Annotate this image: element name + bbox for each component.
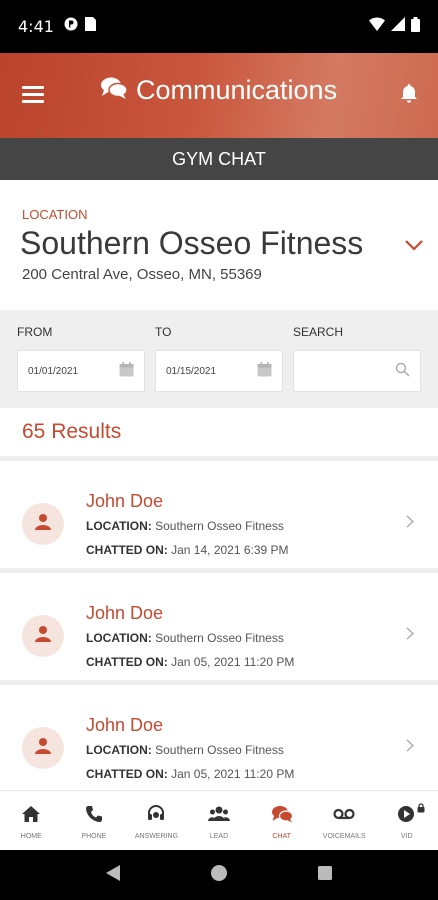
video-icon bbox=[397, 805, 417, 828]
search-icon[interactable] bbox=[395, 362, 410, 380]
filter-bar: FROM TO SEARCH 01/01/2021 01/15/2021 bbox=[0, 310, 438, 408]
tab-label: LEAD bbox=[209, 833, 229, 840]
tab-label: PHONE bbox=[81, 833, 107, 840]
page-title: Communications bbox=[136, 75, 338, 105]
wifi-icon bbox=[369, 17, 385, 36]
person-icon bbox=[34, 625, 52, 648]
chevron-right-icon bbox=[406, 627, 415, 645]
tab-label: CHAT bbox=[272, 833, 291, 840]
chat-location-value: Southern Osseo Fitness bbox=[155, 743, 284, 757]
person-icon bbox=[34, 737, 52, 760]
recents-icon[interactable] bbox=[317, 865, 333, 886]
location-address: 200 Central Ave, Osseo, MN, 55369 bbox=[22, 266, 262, 283]
tab-answering[interactable]: ANSWERING bbox=[125, 791, 188, 850]
menu-icon-bar bbox=[22, 93, 44, 96]
chat-contact-name: John Doe bbox=[86, 491, 164, 511]
section-header: GYM CHAT bbox=[0, 138, 438, 180]
location-label: LOCATION bbox=[22, 207, 88, 222]
to-label: TO bbox=[155, 325, 172, 339]
tab-voicemails[interactable]: VOICEMAILS bbox=[313, 791, 376, 850]
phone-icon bbox=[85, 805, 103, 828]
menu-button[interactable] bbox=[22, 86, 44, 104]
sim-icon bbox=[84, 17, 96, 36]
headset-icon bbox=[146, 805, 166, 828]
calendar-icon[interactable] bbox=[257, 362, 272, 380]
chat-date-value: Jan 14, 2021 6:39 PM bbox=[171, 543, 289, 557]
chat-contact-name: John Doe bbox=[86, 603, 164, 623]
tab-chat[interactable]: CHAT bbox=[250, 791, 313, 850]
bell-icon[interactable] bbox=[400, 83, 418, 108]
calendar-icon[interactable] bbox=[119, 362, 134, 380]
signal-icon bbox=[391, 17, 405, 36]
avatar bbox=[22, 727, 64, 769]
chat-location-line: LOCATION: Southern Osseo Fitness bbox=[86, 631, 284, 645]
chat-date-value: Jan 05, 2021 11:20 PM bbox=[171, 767, 295, 781]
chat-location-line: LOCATION: Southern Osseo Fitness bbox=[86, 743, 284, 757]
system-nav-bar bbox=[0, 850, 438, 900]
chat-list-item[interactable]: John Doe LOCATION: Southern Osseo Fitnes… bbox=[0, 680, 438, 788]
tab-phone[interactable]: PHONE bbox=[63, 791, 126, 850]
chat-date-label: CHATTED ON: bbox=[86, 655, 168, 669]
from-label: FROM bbox=[17, 325, 53, 339]
status-bar: 4:41 bbox=[0, 0, 438, 53]
tab-home[interactable]: HOME bbox=[0, 791, 63, 850]
search-field[interactable] bbox=[293, 350, 421, 392]
search-label: SEARCH bbox=[293, 325, 344, 339]
chat-location-value: Southern Osseo Fitness bbox=[155, 519, 284, 533]
location-selector[interactable]: LOCATION Southern Osseo Fitness 200 Cent… bbox=[0, 180, 438, 310]
chat-bubbles-icon bbox=[100, 76, 128, 105]
tab-lead[interactable]: LEAD bbox=[188, 791, 251, 850]
chat-list-item[interactable]: John Doe LOCATION: Southern Osseo Fitnes… bbox=[0, 568, 438, 676]
status-time: 4:41 bbox=[18, 17, 54, 36]
home-circle-icon[interactable] bbox=[210, 864, 228, 887]
battery-icon bbox=[411, 16, 420, 37]
chat-location-label: LOCATION: bbox=[86, 519, 152, 533]
person-icon bbox=[34, 513, 52, 536]
chat-location-label: LOCATION: bbox=[86, 631, 152, 645]
tab-label: VOICEMAILS bbox=[322, 833, 366, 840]
chat-location-label: LOCATION: bbox=[86, 743, 152, 757]
tab-vid[interactable]: VID bbox=[375, 791, 438, 850]
menu-icon-bar bbox=[22, 100, 44, 103]
tab-label: HOME bbox=[20, 833, 42, 840]
tab-label: ANSWERING bbox=[134, 833, 179, 840]
chat-date-line: CHATTED ON: Jan 14, 2021 6:39 PM bbox=[86, 543, 289, 557]
chat-contact-name: John Doe bbox=[86, 715, 164, 735]
chat-location-value: Southern Osseo Fitness bbox=[155, 631, 284, 645]
notification-icon bbox=[64, 17, 78, 36]
home-icon bbox=[21, 805, 41, 828]
back-icon[interactable] bbox=[105, 864, 121, 887]
chat-date-label: CHATTED ON: bbox=[86, 767, 168, 781]
chat-date-label: CHATTED ON: bbox=[86, 543, 168, 557]
avatar bbox=[22, 615, 64, 657]
location-name: Southern Osseo Fitness bbox=[20, 225, 364, 261]
menu-icon bbox=[22, 86, 44, 89]
chevron-right-icon bbox=[406, 515, 415, 533]
from-date-field[interactable]: 01/01/2021 bbox=[17, 350, 145, 392]
chevron-right-icon bbox=[406, 739, 415, 757]
avatar bbox=[22, 503, 64, 545]
bottom-tab-bar: HOME PHONE ANSWERING LEAD CHAT VOICEMAIL… bbox=[0, 790, 438, 850]
chat-icon bbox=[271, 805, 293, 828]
chat-list-item[interactable]: John Doe LOCATION: Southern Osseo Fitnes… bbox=[0, 456, 438, 564]
chat-date-value: Jan 05, 2021 11:20 PM bbox=[171, 655, 295, 669]
to-date-value: 01/15/2021 bbox=[166, 365, 217, 377]
chevron-down-icon[interactable] bbox=[404, 238, 424, 256]
app-header: Communications bbox=[0, 53, 438, 138]
voicemail-icon bbox=[333, 805, 355, 828]
tab-label: VID bbox=[400, 833, 413, 840]
chat-date-line: CHATTED ON: Jan 05, 2021 11:20 PM bbox=[86, 655, 294, 669]
chat-date-line: CHATTED ON: Jan 05, 2021 11:20 PM bbox=[86, 767, 294, 781]
people-icon bbox=[208, 805, 231, 828]
header-title-group: Communications bbox=[100, 75, 337, 106]
lock-icon bbox=[417, 800, 425, 818]
chat-location-line: LOCATION: Southern Osseo Fitness bbox=[86, 519, 284, 533]
from-date-value: 01/01/2021 bbox=[28, 365, 79, 377]
results-count: 65 Results bbox=[22, 420, 122, 443]
to-date-field[interactable]: 01/15/2021 bbox=[155, 350, 283, 392]
